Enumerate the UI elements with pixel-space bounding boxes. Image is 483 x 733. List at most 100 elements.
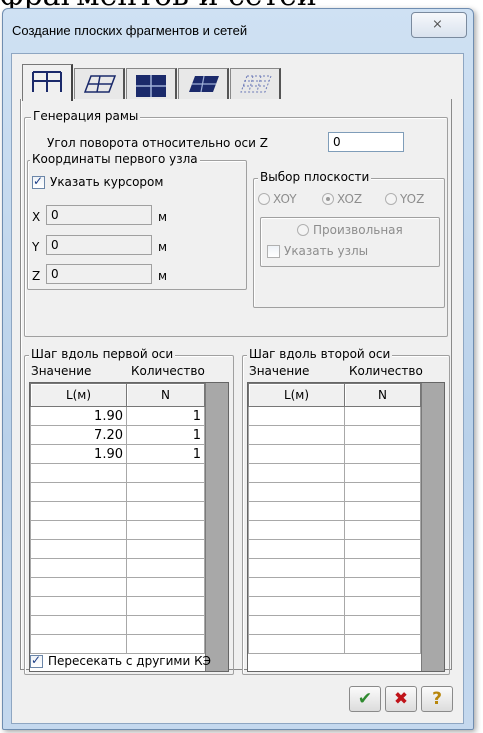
axis1-n-cell[interactable] [126, 596, 205, 616]
cursor-checkbox[interactable] [32, 174, 45, 189]
table-row[interactable] [248, 634, 421, 654]
table-row[interactable] [30, 539, 205, 559]
axis2-l-cell[interactable] [248, 406, 345, 426]
table-row[interactable] [30, 501, 205, 521]
axis2-l-cell[interactable] [248, 501, 345, 521]
axis1-l-cell[interactable]: 1.90 [30, 444, 127, 464]
axis1-n-cell[interactable] [126, 539, 205, 559]
cancel-button[interactable]: ✖ [385, 686, 417, 712]
axis2-n-cell[interactable] [344, 615, 421, 635]
table-row[interactable] [248, 501, 421, 521]
table-row[interactable] [248, 406, 421, 426]
axis1-n-cell[interactable] [126, 482, 205, 502]
axis2-l-cell[interactable] [248, 425, 345, 445]
axis1-l-cell[interactable] [30, 501, 127, 521]
axis2-l-cell[interactable] [248, 482, 345, 502]
axis1-n-cell[interactable] [126, 501, 205, 521]
axis1-l-cell[interactable] [30, 634, 127, 654]
axis2-n-cell[interactable] [344, 463, 421, 483]
axis2-n-cell[interactable] [344, 577, 421, 597]
tab-plate[interactable] [74, 68, 125, 99]
axis2-l-cell[interactable] [248, 463, 345, 483]
table-row[interactable] [248, 482, 421, 502]
axis1-l-cell[interactable]: 7.20 [30, 425, 127, 445]
axis1-l-cell[interactable] [30, 577, 127, 597]
axis1-n-cell[interactable] [126, 577, 205, 597]
axis2-n-cell[interactable] [344, 539, 421, 559]
plane-arbitrary-radio[interactable] [297, 224, 309, 236]
tab-frame[interactable] [22, 64, 73, 101]
table-row[interactable] [248, 596, 421, 616]
axis1-col-l[interactable]: L(м) [30, 383, 127, 407]
nodes-checkbox[interactable] [267, 245, 280, 258]
axis1-n-cell[interactable]: 1 [126, 425, 205, 445]
close-button[interactable]: ⨯ [411, 12, 467, 38]
table-row[interactable] [30, 463, 205, 483]
tab-quad[interactable] [126, 68, 177, 99]
axis2-l-cell[interactable] [248, 596, 345, 616]
axis1-scrollbar[interactable] [205, 383, 228, 671]
axis2-grid[interactable]: L(м) N [247, 382, 445, 672]
axis1-l-cell[interactable] [30, 558, 127, 578]
axis1-n-cell[interactable] [126, 558, 205, 578]
axis2-l-cell[interactable] [248, 615, 345, 635]
y-field[interactable]: 0 [46, 235, 152, 255]
axis2-l-cell[interactable] [248, 520, 345, 540]
intersect-checkbox[interactable] [30, 653, 43, 668]
table-row[interactable] [30, 558, 205, 578]
plane-xoy-radio[interactable] [258, 193, 270, 205]
axis1-n-cell[interactable] [126, 463, 205, 483]
table-row[interactable] [248, 463, 421, 483]
axis1-l-cell[interactable] [30, 482, 127, 502]
axis2-n-cell[interactable] [344, 634, 421, 654]
axis1-n-cell[interactable]: 1 [126, 444, 205, 464]
axis2-l-cell[interactable] [248, 444, 345, 464]
x-field[interactable]: 0 [46, 205, 152, 225]
axis1-col-n[interactable]: N [126, 383, 205, 407]
table-row[interactable] [30, 577, 205, 597]
axis1-n-cell[interactable] [126, 634, 205, 654]
table-row[interactable]: 1.90 1 [30, 406, 205, 426]
axis1-l-cell[interactable] [30, 520, 127, 540]
table-row[interactable] [248, 558, 421, 578]
axis2-l-cell[interactable] [248, 577, 345, 597]
axis2-l-cell[interactable] [248, 634, 345, 654]
axis1-l-cell[interactable] [30, 596, 127, 616]
axis2-col-n[interactable]: N [344, 383, 421, 407]
axis1-grid[interactable]: L(м) N 1.90 1 7.20 1 1.90 1 [29, 382, 229, 672]
axis1-n-cell[interactable] [126, 615, 205, 635]
axis1-l-cell[interactable] [30, 539, 127, 559]
plane-yoz-radio[interactable] [385, 193, 397, 205]
axis2-n-cell[interactable] [344, 425, 421, 445]
axis2-n-cell[interactable] [344, 501, 421, 521]
axis1-l-cell[interactable] [30, 463, 127, 483]
table-row[interactable] [30, 634, 205, 654]
axis1-n-cell[interactable] [126, 520, 205, 540]
table-row[interactable] [30, 596, 205, 616]
table-row[interactable] [30, 520, 205, 540]
table-row[interactable] [248, 444, 421, 464]
axis2-n-cell[interactable] [344, 520, 421, 540]
axis2-n-cell[interactable] [344, 596, 421, 616]
tab-inclined[interactable] [178, 68, 229, 99]
table-row[interactable]: 7.20 1 [30, 425, 205, 445]
table-row[interactable] [248, 577, 421, 597]
table-row[interactable] [248, 425, 421, 445]
help-button[interactable]: ? [421, 686, 453, 712]
tab-dotted[interactable] [230, 68, 281, 99]
axis1-n-cell[interactable]: 1 [126, 406, 205, 426]
axis1-l-cell[interactable]: 1.90 [30, 406, 127, 426]
table-row[interactable] [30, 615, 205, 635]
axis2-n-cell[interactable] [344, 444, 421, 464]
axis1-l-cell[interactable] [30, 615, 127, 635]
plane-xoz-radio[interactable] [322, 193, 334, 205]
ok-button[interactable]: ✔ [349, 686, 381, 712]
axis2-n-cell[interactable] [344, 406, 421, 426]
table-row[interactable] [248, 539, 421, 559]
table-row[interactable] [248, 615, 421, 635]
axis2-n-cell[interactable] [344, 482, 421, 502]
table-row[interactable] [30, 482, 205, 502]
axis2-l-cell[interactable] [248, 539, 345, 559]
axis2-n-cell[interactable] [344, 558, 421, 578]
table-row[interactable]: 1.90 1 [30, 444, 205, 464]
